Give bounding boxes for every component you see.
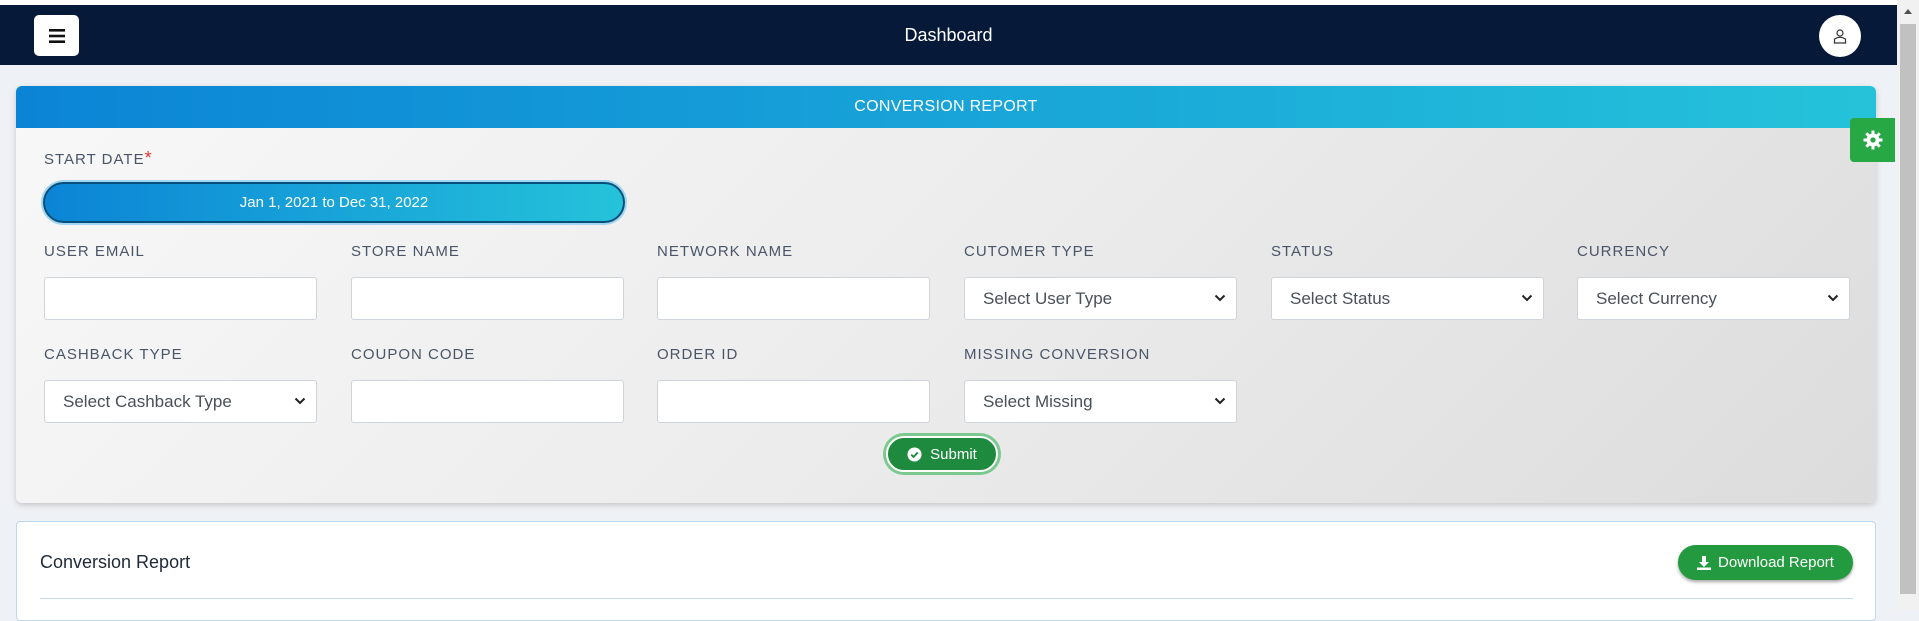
customer-type-selected: Select User Type bbox=[983, 289, 1113, 308]
user-email-input[interactable] bbox=[44, 277, 317, 320]
download-report-label: Download Report bbox=[1718, 554, 1834, 571]
submit-label: Submit bbox=[930, 445, 977, 463]
filter-card: CONVERSION REPORT START DATE* Jan 1, 202… bbox=[16, 86, 1876, 503]
top-navbar: Dashboard bbox=[0, 5, 1897, 65]
cashback-type-selected: Select Cashback Type bbox=[63, 392, 232, 411]
settings-toggle[interactable] bbox=[1850, 118, 1895, 162]
status-select[interactable]: Select Status bbox=[1271, 277, 1544, 320]
download-icon bbox=[1697, 555, 1712, 570]
user-menu-button[interactable] bbox=[1819, 15, 1861, 57]
chevron-down-icon bbox=[1521, 294, 1533, 302]
chevron-down-icon bbox=[1214, 294, 1226, 302]
missing-conversion-selected: Select Missing bbox=[983, 392, 1093, 411]
status-label: STATUS bbox=[1271, 243, 1334, 260]
cashback-type-select[interactable]: Select Cashback Type bbox=[44, 380, 317, 423]
missing-conversion-label: MISSING CONVERSION bbox=[964, 346, 1151, 363]
caret-up-icon bbox=[1904, 8, 1912, 14]
cashback-type-label: CASHBACK TYPE bbox=[44, 346, 183, 363]
download-report-button[interactable]: Download Report bbox=[1678, 545, 1853, 580]
order-id-label: ORDER ID bbox=[657, 346, 739, 363]
filter-card-header: CONVERSION REPORT bbox=[16, 86, 1876, 128]
missing-conversion-select[interactable]: Select Missing bbox=[964, 380, 1237, 423]
store-name-input[interactable] bbox=[351, 277, 624, 320]
scroll-up-button[interactable] bbox=[1897, 0, 1919, 22]
currency-selected: Select Currency bbox=[1596, 289, 1717, 308]
user-email-label: USER EMAIL bbox=[44, 243, 145, 260]
start-date-label: START DATE* bbox=[44, 148, 153, 169]
page-title: Dashboard bbox=[904, 25, 993, 45]
customer-type-label: CUTOMER TYPE bbox=[964, 243, 1095, 260]
report-title: Conversion Report bbox=[40, 552, 191, 572]
chevron-down-icon bbox=[1214, 397, 1226, 405]
chevron-down-icon bbox=[294, 397, 306, 405]
menu-button[interactable] bbox=[34, 15, 79, 56]
start-date-label-text: START DATE bbox=[44, 151, 145, 168]
report-card: Conversion Report Download Report bbox=[16, 521, 1876, 621]
coupon-code-input[interactable] bbox=[351, 380, 624, 423]
user-icon bbox=[1833, 29, 1847, 44]
vertical-scrollbar[interactable] bbox=[1897, 0, 1919, 610]
check-circle-icon bbox=[907, 446, 922, 462]
required-mark: * bbox=[144, 148, 153, 168]
order-id-input[interactable] bbox=[657, 380, 930, 423]
gear-icon bbox=[1863, 130, 1882, 150]
network-name-input[interactable] bbox=[657, 277, 930, 320]
currency-label: CURRENCY bbox=[1577, 243, 1671, 260]
coupon-code-label: COUPON CODE bbox=[351, 346, 476, 363]
divider bbox=[40, 598, 1853, 599]
store-name-label: STORE NAME bbox=[351, 243, 460, 260]
hamburger-icon bbox=[48, 28, 65, 43]
chevron-down-icon bbox=[1827, 294, 1839, 302]
network-name-label: NETWORK NAME bbox=[657, 243, 794, 260]
submit-button[interactable]: Submit bbox=[886, 436, 998, 472]
currency-select[interactable]: Select Currency bbox=[1577, 277, 1850, 320]
date-range-picker[interactable]: Jan 1, 2021 to Dec 31, 2022 bbox=[43, 182, 625, 223]
status-selected: Select Status bbox=[1290, 289, 1391, 308]
customer-type-select[interactable]: Select User Type bbox=[964, 277, 1237, 320]
scroll-thumb[interactable] bbox=[1900, 24, 1916, 594]
